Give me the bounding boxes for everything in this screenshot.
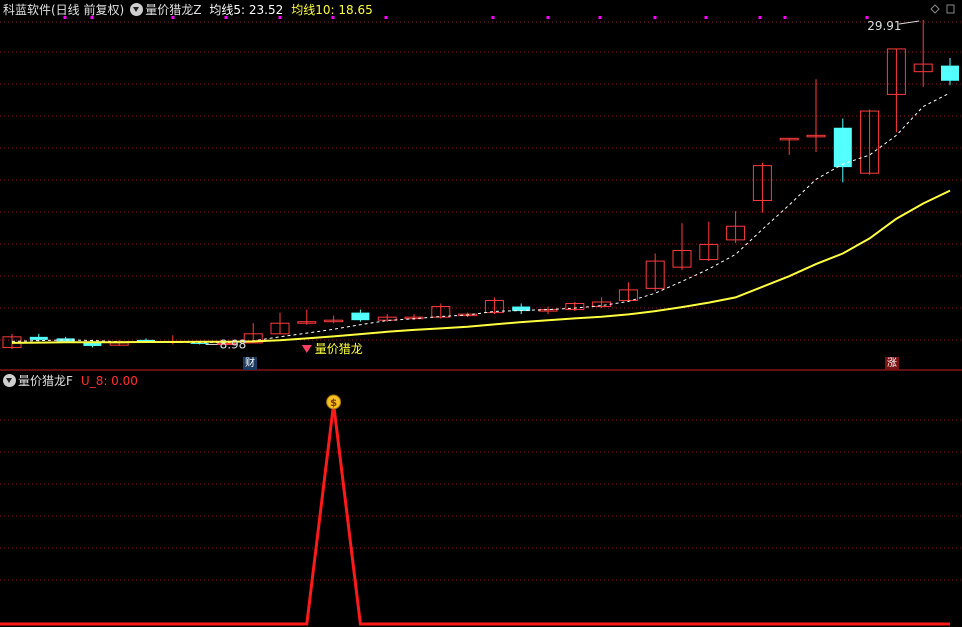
low-label: 8.98 [220,337,247,351]
window-icon [946,4,955,14]
limit-up-badge[interactable]: 涨 [885,357,899,370]
top-marker [491,16,495,19]
candle-body-down [351,312,370,321]
top-marker [546,16,550,19]
u8-value-label: U_8: 0.00 [80,374,138,388]
candle-body-down [190,342,209,344]
diamond-icon [930,4,940,14]
sub-indicator-name[interactable]: 量价猎龙F [18,373,73,389]
finance-badge[interactable]: 财 [243,357,257,370]
top-marker [783,16,787,19]
top-marker [704,16,708,19]
high-label: 29.91 [867,19,901,33]
money-bag-glyph: $ [330,398,337,409]
ma10-line [11,189,951,344]
top-marker [598,16,602,19]
candle-body-down [941,65,959,81]
candle-body-down [56,338,75,342]
sub-panel-header: 量价猎龙F U_8: 0.00 [0,373,138,389]
top-marker [758,16,762,19]
indicator-menu-icon[interactable] [130,3,144,16]
ma5-line [11,92,951,344]
top-marker [384,16,388,19]
candle-body-down [29,336,48,340]
sub-indicator-menu-icon[interactable] [3,374,16,387]
stock-title: 科蓝软件(日线 前复权) [3,3,125,17]
ma10-label: 均线10: 18.65 [291,3,373,17]
main-panel-header: 科蓝软件(日线 前复权) 量价猎龙Z 均线5: 23.52 均线10: 18.65 [0,2,373,18]
candle-body-down [833,127,852,168]
kline-chart[interactable]: 29.91 8.98 量价猎龙 $ [0,0,962,627]
ma5-label: 均线5: 23.52 [209,3,284,17]
signal-label: 量价猎龙 [315,342,363,356]
u8-line [12,403,950,626]
main-indicator-name[interactable]: 量价猎龙Z [145,2,201,18]
signal-gem-icon [301,344,312,353]
top-marker [653,16,657,19]
